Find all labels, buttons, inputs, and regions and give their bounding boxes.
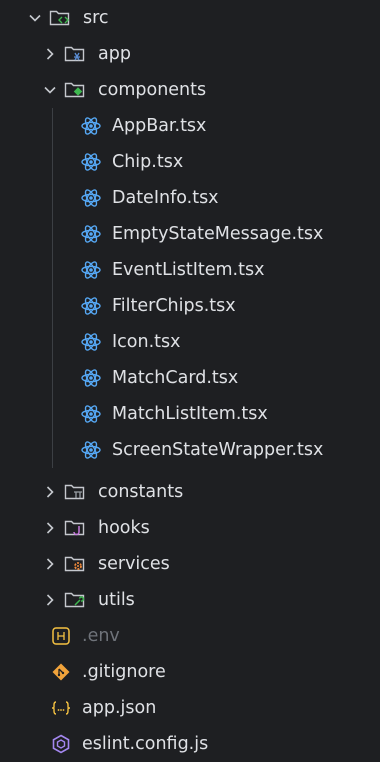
eslint-icon bbox=[50, 733, 72, 755]
tree-folder-src[interactable]: src bbox=[0, 0, 380, 36]
tree-file-eslint-config[interactable]: eslint.config.js bbox=[0, 726, 380, 762]
tree-file-dateinfo[interactable]: DateInfo.tsx bbox=[0, 180, 380, 216]
tree-label: hooks bbox=[98, 518, 150, 538]
tree-folder-components[interactable]: components bbox=[0, 72, 380, 108]
react-icon bbox=[80, 115, 102, 137]
tree-file-matchlistitem[interactable]: MatchListItem.tsx bbox=[0, 396, 380, 432]
tree-folder-hooks[interactable]: hooks bbox=[0, 510, 380, 546]
folder-constants-icon bbox=[64, 481, 86, 503]
env-icon bbox=[50, 625, 72, 647]
tree-label: services bbox=[98, 554, 170, 574]
tree-label: constants bbox=[98, 482, 184, 502]
tree-label: MatchCard.tsx bbox=[112, 368, 239, 388]
tree-label: app bbox=[98, 44, 131, 64]
tree-file-emptystatemessage[interactable]: EmptyStateMessage.tsx bbox=[0, 216, 380, 252]
file-explorer-tree: src app components AppBar.tsx Chip.tsx D… bbox=[0, 0, 380, 754]
chevron-right-icon[interactable] bbox=[42, 46, 58, 62]
folder-src-icon bbox=[49, 7, 71, 29]
tree-file-eventlistitem[interactable]: EventListItem.tsx bbox=[0, 252, 380, 288]
folder-utils-icon bbox=[64, 589, 86, 611]
tree-file-appbar[interactable]: AppBar.tsx bbox=[0, 108, 380, 144]
folder-services-icon bbox=[64, 553, 86, 575]
chevron-down-icon[interactable] bbox=[42, 82, 58, 98]
tree-file-chip[interactable]: Chip.tsx bbox=[0, 144, 380, 180]
tree-label: DateInfo.tsx bbox=[112, 188, 219, 208]
tree-label: AppBar.tsx bbox=[112, 116, 207, 136]
tree-file-matchcard[interactable]: MatchCard.tsx bbox=[0, 360, 380, 396]
react-icon bbox=[80, 439, 102, 461]
tree-label: components bbox=[98, 80, 207, 100]
chevron-right-icon[interactable] bbox=[42, 520, 58, 536]
tree-file-screenstatewrapper[interactable]: ScreenStateWrapper.tsx bbox=[0, 432, 380, 468]
react-icon bbox=[80, 151, 102, 173]
tree-label: .env bbox=[82, 626, 120, 646]
chevron-right-icon[interactable] bbox=[42, 484, 58, 500]
tree-file-env[interactable]: .env bbox=[0, 618, 380, 654]
tree-label: FilterChips.tsx bbox=[112, 296, 236, 316]
tree-label: src bbox=[83, 8, 109, 28]
folder-hooks-icon bbox=[64, 517, 86, 539]
json-icon bbox=[50, 697, 72, 719]
tree-label: eslint.config.js bbox=[82, 734, 209, 754]
react-icon bbox=[80, 331, 102, 353]
tree-label: EmptyStateMessage.tsx bbox=[112, 224, 324, 244]
tree-file-gitignore[interactable]: .gitignore bbox=[0, 654, 380, 690]
tree-label: MatchListItem.tsx bbox=[112, 404, 268, 424]
react-icon bbox=[80, 187, 102, 209]
react-icon bbox=[80, 295, 102, 317]
tree-label: .gitignore bbox=[82, 662, 166, 682]
tree-folder-utils[interactable]: utils bbox=[0, 582, 380, 618]
tree-label: EventListItem.tsx bbox=[112, 260, 265, 280]
tree-folder-constants[interactable]: constants bbox=[0, 474, 380, 510]
tree-file-app-json[interactable]: app.json bbox=[0, 690, 380, 726]
react-icon bbox=[80, 223, 102, 245]
react-icon bbox=[80, 403, 102, 425]
tree-folder-app[interactable]: app bbox=[0, 36, 380, 72]
chevron-right-icon[interactable] bbox=[42, 556, 58, 572]
tree-label: app.json bbox=[82, 698, 157, 718]
tree-label: Icon.tsx bbox=[112, 332, 181, 352]
react-icon bbox=[80, 259, 102, 281]
react-icon bbox=[80, 367, 102, 389]
tree-label: Chip.tsx bbox=[112, 152, 184, 172]
chevron-right-icon[interactable] bbox=[42, 592, 58, 608]
chevron-down-icon[interactable] bbox=[27, 10, 43, 26]
tree-file-filterchips[interactable]: FilterChips.tsx bbox=[0, 288, 380, 324]
tree-file-icon[interactable]: Icon.tsx bbox=[0, 324, 380, 360]
git-icon bbox=[50, 661, 72, 683]
folder-components-icon bbox=[64, 79, 86, 101]
tree-label: utils bbox=[98, 590, 135, 610]
tree-label: ScreenStateWrapper.tsx bbox=[112, 440, 324, 460]
folder-app-icon bbox=[64, 43, 86, 65]
tree-folder-services[interactable]: services bbox=[0, 546, 380, 582]
